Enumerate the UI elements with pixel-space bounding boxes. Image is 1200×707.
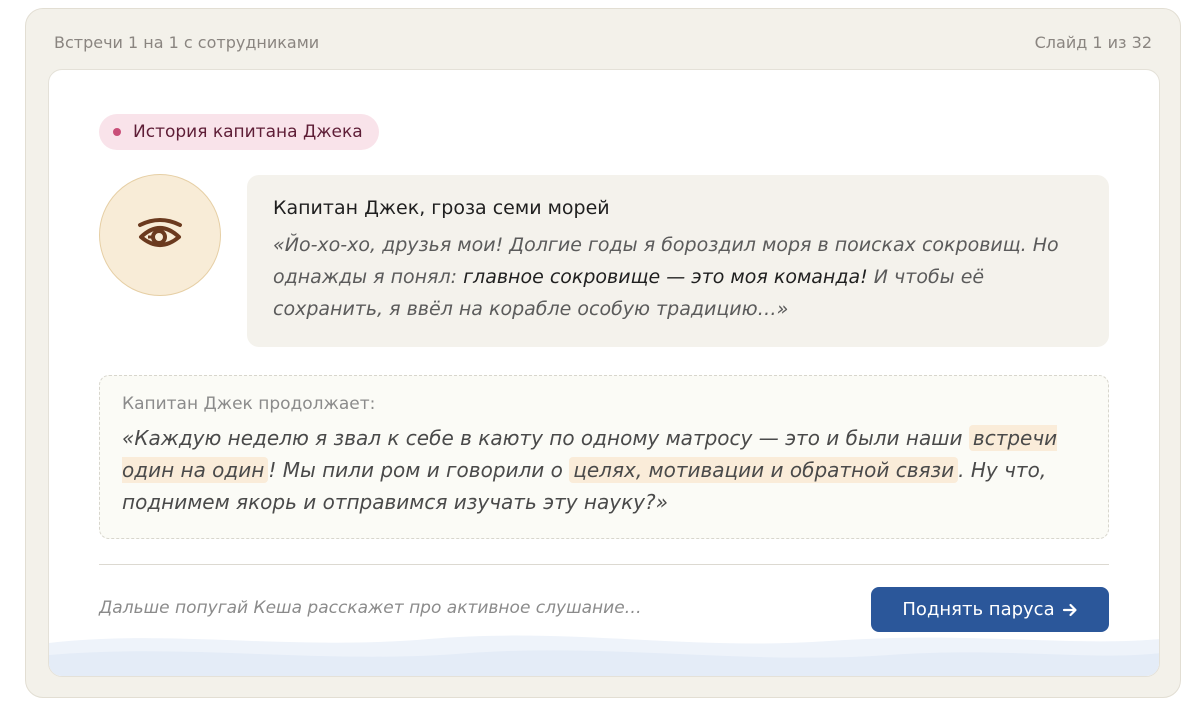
captain-speech-bubble: Капитан Джек, гроза семи морей «Йо-хо-хо… (247, 175, 1109, 347)
continuation-note: Капитан Джек продолжает: «Каждую неделю … (99, 375, 1109, 539)
highlight-goals: целях, мотивации и обратной связи (569, 457, 959, 483)
captain-avatar (99, 174, 221, 296)
footer-divider (99, 564, 1109, 565)
speaker-name: Капитан Джек, гроза семи морей (273, 197, 610, 219)
story-tag: История капитана Джека (99, 114, 379, 150)
slide-topbar: Встречи 1 на 1 с сотрудниками Слайд 1 из… (54, 33, 1152, 52)
continuation-part-2: ! Мы пили ром и говорили о (268, 458, 570, 482)
slide-counter: Слайд 1 из 32 (1034, 33, 1152, 52)
continuation-heading: Капитан Джек продолжает: (122, 394, 376, 414)
continuation-part-1: «Каждую неделю я звал к себе в каюту по … (122, 426, 969, 450)
slide-frame: Встречи 1 на 1 с сотрудниками Слайд 1 из… (25, 8, 1181, 698)
slide-card: История капитана Джека Капитан Джек, гро… (48, 69, 1160, 677)
decorative-waves (49, 635, 1159, 676)
arrow-right-icon (1062, 603, 1077, 616)
pirate-eye-icon (138, 218, 182, 247)
quote-emphasis: главное сокровище — это моя команда! (463, 266, 868, 288)
raise-sails-label: Поднять паруса (902, 599, 1055, 620)
captain-quote: «Йо-хо-хо, друзья мои! Долгие годы я бор… (273, 229, 1083, 325)
tag-dot-icon (113, 128, 121, 136)
continuation-text: «Каждую неделю я звал к себе в каюту по … (122, 422, 1086, 518)
next-hint: Дальше попугай Кеша расскажет про активн… (99, 598, 642, 618)
course-title: Встречи 1 на 1 с сотрудниками (54, 33, 320, 52)
story-tag-label: История капитана Джека (133, 122, 363, 142)
